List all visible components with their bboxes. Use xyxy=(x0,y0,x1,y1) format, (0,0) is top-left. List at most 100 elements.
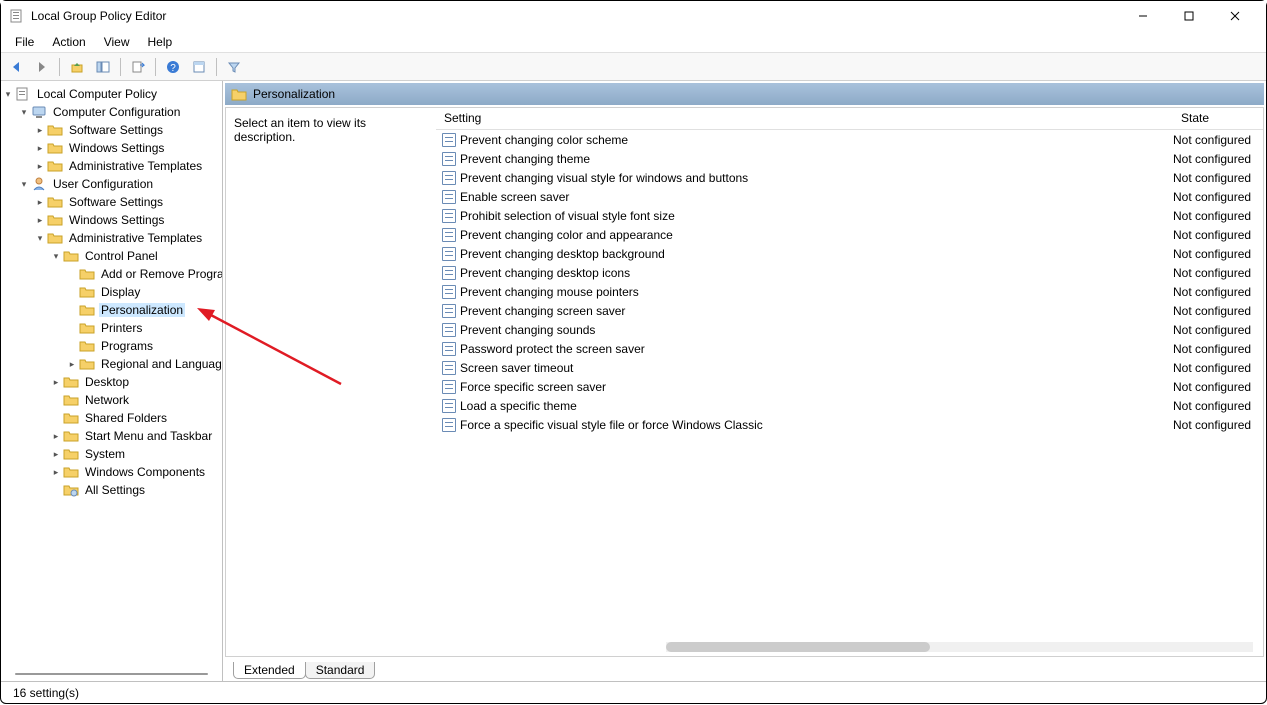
tree-item[interactable]: Desktop xyxy=(1,373,222,391)
menu-file[interactable]: File xyxy=(7,33,42,51)
tree-label[interactable]: Software Settings xyxy=(67,195,165,209)
tree-label[interactable]: Software Settings xyxy=(67,123,165,137)
expander-icon[interactable] xyxy=(65,357,79,371)
tree-label[interactable]: System xyxy=(83,447,127,461)
column-setting[interactable]: Setting xyxy=(436,108,1173,129)
tree-label[interactable]: Windows Settings xyxy=(67,141,166,155)
list-row[interactable]: Force specific screen saverNot configure… xyxy=(436,377,1263,396)
tree-label[interactable]: Computer Configuration xyxy=(51,105,182,119)
tree-item[interactable]: Programs xyxy=(1,337,222,355)
tree-label[interactable]: Administrative Templates xyxy=(67,159,204,173)
tree-label[interactable]: Control Panel xyxy=(83,249,160,263)
tree-label[interactable]: Programs xyxy=(99,339,155,353)
list-row[interactable]: Password protect the screen saverNot con… xyxy=(436,339,1263,358)
expander-icon[interactable] xyxy=(49,249,63,263)
tree-label[interactable]: Network xyxy=(83,393,131,407)
properties-button[interactable] xyxy=(188,56,210,78)
tree-item[interactable]: Windows Settings xyxy=(1,211,222,229)
tree-label[interactable]: Personalization xyxy=(99,303,185,317)
tree-label[interactable]: Local Computer Policy xyxy=(35,87,159,101)
tree-label[interactable]: Start Menu and Taskbar xyxy=(83,429,214,443)
list-row[interactable]: Prevent changing screen saverNot configu… xyxy=(436,301,1263,320)
list-row[interactable]: Screen saver timeoutNot configured xyxy=(436,358,1263,377)
tree-label[interactable]: Regional and Language Options xyxy=(99,357,223,371)
forward-button[interactable] xyxy=(31,56,53,78)
expander-icon[interactable] xyxy=(1,87,15,101)
list-row[interactable]: Prevent changing color and appearanceNot… xyxy=(436,225,1263,244)
tree-item[interactable]: Windows Settings xyxy=(1,139,222,157)
list-row[interactable]: Prevent changing desktop backgroundNot c… xyxy=(436,244,1263,263)
tree-item[interactable]: Regional and Language Options xyxy=(1,355,222,373)
tab-extended[interactable]: Extended xyxy=(233,662,306,679)
filter-button[interactable] xyxy=(223,56,245,78)
expander-icon[interactable] xyxy=(33,195,47,209)
list-row[interactable]: Prevent changing desktop iconsNot config… xyxy=(436,263,1263,282)
menu-action[interactable]: Action xyxy=(44,33,93,51)
tree-item[interactable]: All Settings xyxy=(1,481,222,499)
tree-label[interactable]: Add or Remove Programs xyxy=(99,267,223,281)
tree-item[interactable]: Add or Remove Programs xyxy=(1,265,222,283)
tree-item[interactable]: Software Settings xyxy=(1,193,222,211)
tree-horizontal-scrollbar[interactable] xyxy=(15,673,208,675)
show-hide-tree-button[interactable] xyxy=(92,56,114,78)
close-button[interactable] xyxy=(1212,1,1258,31)
expander-icon[interactable] xyxy=(33,123,47,137)
tab-standard[interactable]: Standard xyxy=(305,662,376,679)
export-list-button[interactable] xyxy=(127,56,149,78)
expander-icon[interactable] xyxy=(33,213,47,227)
help-button[interactable]: ? xyxy=(162,56,184,78)
expander-icon[interactable] xyxy=(49,375,63,389)
expander-icon[interactable] xyxy=(33,231,47,245)
tree-item[interactable]: Shared Folders xyxy=(1,409,222,427)
tree-item[interactable]: User Configuration xyxy=(1,175,222,193)
expander-icon[interactable] xyxy=(33,141,47,155)
tree-pane[interactable]: Local Computer Policy Computer Configurat… xyxy=(1,81,223,681)
tree-label[interactable]: Windows Components xyxy=(83,465,207,479)
list-row[interactable]: Prevent changing visual style for window… xyxy=(436,168,1263,187)
list-row[interactable]: Force a specific visual style file or fo… xyxy=(436,415,1263,434)
menu-help[interactable]: Help xyxy=(140,33,181,51)
tree-item[interactable]: System xyxy=(1,445,222,463)
maximize-button[interactable] xyxy=(1166,1,1212,31)
list-row[interactable]: Prevent changing soundsNot configured xyxy=(436,320,1263,339)
tree-item[interactable]: Administrative Templates xyxy=(1,229,222,247)
column-state[interactable]: State xyxy=(1173,108,1263,129)
tree-label[interactable]: Display xyxy=(99,285,142,299)
list-row[interactable]: Prohibit selection of visual style font … xyxy=(436,206,1263,225)
list-row[interactable]: Load a specific themeNot configured xyxy=(436,396,1263,415)
tree-item[interactable]: Printers xyxy=(1,319,222,337)
expander-icon[interactable] xyxy=(17,105,31,119)
minimize-button[interactable] xyxy=(1120,1,1166,31)
tree-item[interactable]: Windows Components xyxy=(1,463,222,481)
list-header[interactable]: Setting State xyxy=(436,108,1263,130)
expander-icon[interactable] xyxy=(49,447,63,461)
tree-label[interactable]: Windows Settings xyxy=(67,213,166,227)
tree-item[interactable]: Administrative Templates xyxy=(1,157,222,175)
tree-item[interactable]: Local Computer Policy xyxy=(1,85,222,103)
tree-item[interactable]: Control Panel xyxy=(1,247,222,265)
expander-icon[interactable] xyxy=(49,465,63,479)
tree-item[interactable]: Software Settings xyxy=(1,121,222,139)
list-row[interactable]: Prevent changing color schemeNot configu… xyxy=(436,130,1263,149)
tree-item[interactable]: Computer Configuration xyxy=(1,103,222,121)
tree-label[interactable]: Desktop xyxy=(83,375,131,389)
tree-label[interactable]: All Settings xyxy=(83,483,147,497)
tree-item[interactable]: Network xyxy=(1,391,222,409)
list-row[interactable]: Enable screen saverNot configured xyxy=(436,187,1263,206)
tree-item[interactable]: Display xyxy=(1,283,222,301)
tree-label[interactable]: Shared Folders xyxy=(83,411,169,425)
back-button[interactable] xyxy=(5,56,27,78)
list-row[interactable]: Prevent changing mouse pointersNot confi… xyxy=(436,282,1263,301)
expander-icon[interactable] xyxy=(17,177,31,191)
expander-icon[interactable] xyxy=(33,159,47,173)
content-horizontal-scrollbar[interactable] xyxy=(666,642,1253,652)
tree-item[interactable]: Personalization xyxy=(1,301,222,319)
expander-icon[interactable] xyxy=(49,429,63,443)
tree-label[interactable]: User Configuration xyxy=(51,177,155,191)
list-row[interactable]: Prevent changing themeNot configured xyxy=(436,149,1263,168)
menu-view[interactable]: View xyxy=(96,33,138,51)
tree-item[interactable]: Start Menu and Taskbar xyxy=(1,427,222,445)
tree-label[interactable]: Administrative Templates xyxy=(67,231,204,245)
tree-label[interactable]: Printers xyxy=(99,321,144,335)
up-folder-button[interactable] xyxy=(66,56,88,78)
